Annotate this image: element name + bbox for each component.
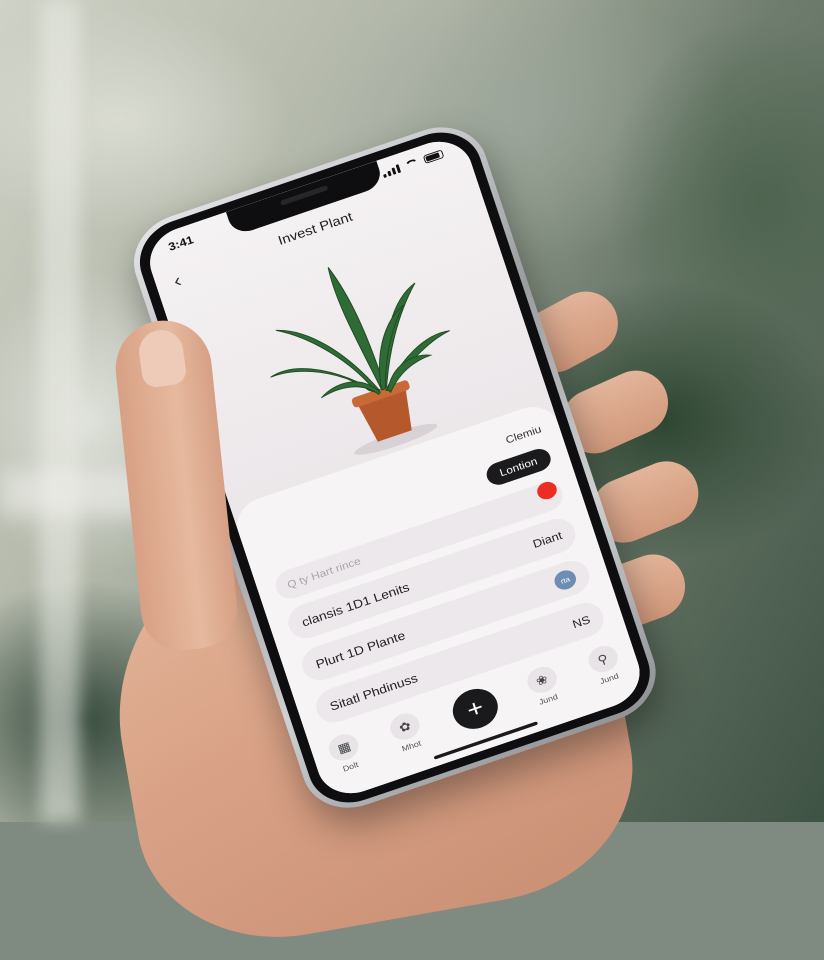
tab-label: Dolt (341, 760, 360, 774)
tab-search[interactable]: ⚲ Jund (584, 642, 625, 687)
tab-mhot[interactable]: ✿ Mhot (386, 709, 427, 755)
window-frame (40, 0, 80, 822)
tab-jund[interactable]: ❀ Jund (523, 662, 564, 708)
tab-dolt[interactable]: ▦ Dolt (325, 730, 366, 775)
plus-icon: + (447, 682, 504, 735)
status-time: 3:41 (166, 232, 196, 254)
grid-icon: ▦ (325, 730, 363, 765)
signal-icon (381, 164, 402, 179)
tab-label: Jund (537, 692, 559, 707)
add-button[interactable]: + (447, 682, 504, 735)
tab-label: Jund (598, 671, 620, 686)
battery-icon (422, 149, 445, 164)
list-item-trailing: NS (570, 612, 592, 631)
wifi-icon (404, 158, 420, 171)
list-item-trailing: Diant (530, 528, 564, 551)
tab-label: Mhot (400, 738, 423, 754)
chip-badge[interactable]: rta (551, 567, 579, 593)
